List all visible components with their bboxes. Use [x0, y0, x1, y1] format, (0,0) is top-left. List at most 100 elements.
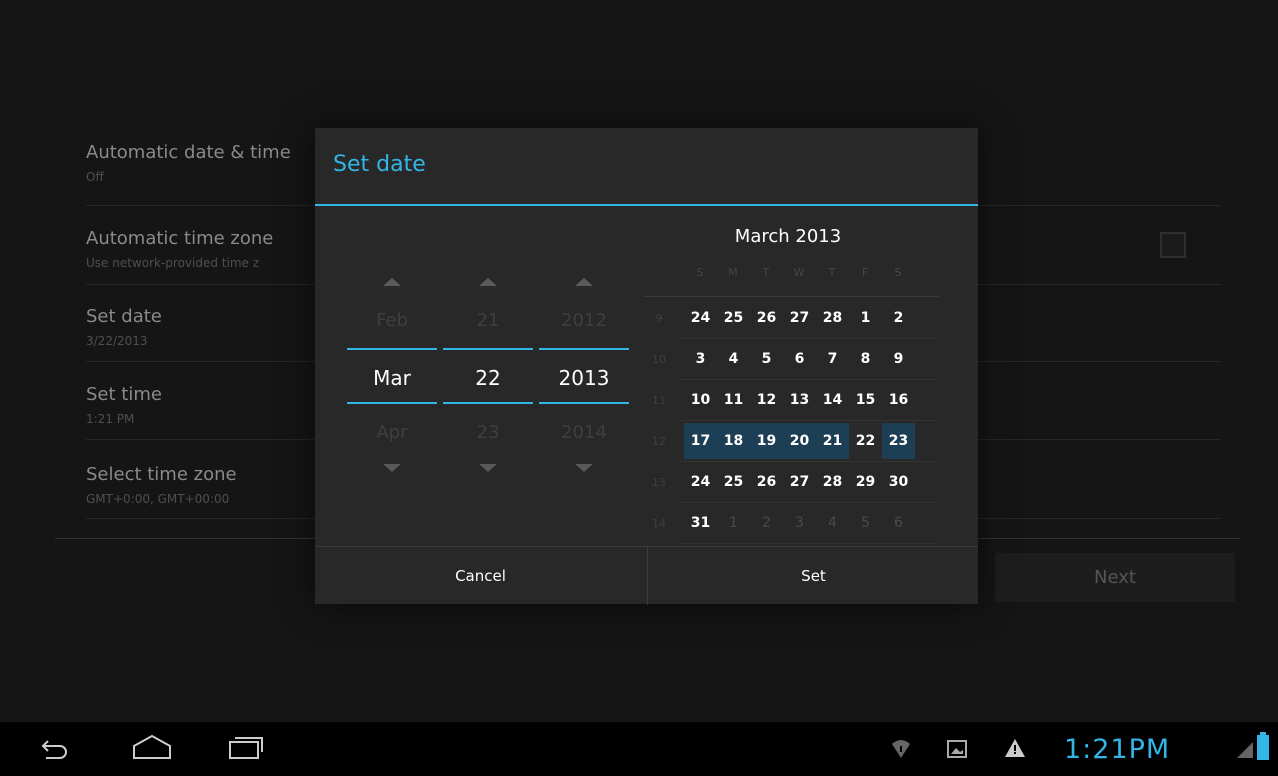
day-current[interactable]: 22 [450, 366, 526, 390]
calendar-day[interactable]: 28 [816, 300, 849, 336]
picker-line [443, 348, 533, 350]
battery-icon [1257, 732, 1269, 760]
calendar-day[interactable]: 16 [882, 382, 915, 418]
setting-title: Automatic date & time [86, 142, 291, 163]
year-prev[interactable]: 2012 [546, 310, 622, 331]
calendar-day[interactable]: 4 [717, 341, 750, 377]
calendar-week-row: 14 31 1 2 3 4 5 6 [647, 505, 945, 541]
week-number: 12 [652, 435, 666, 448]
calendar-day[interactable]: 20 [783, 423, 816, 459]
picker-line [443, 402, 533, 404]
setting-summary: Use network-provided time z [86, 256, 260, 270]
setting-summary: 3/22/2013 [86, 334, 148, 348]
calendar-day[interactable]: 25 [717, 300, 750, 336]
calendar-day[interactable]: 12 [750, 382, 783, 418]
weekday-label: T [762, 266, 770, 279]
calendar-day[interactable]: 19 [750, 423, 783, 459]
setting-title: Set time [86, 384, 162, 405]
calendar-day[interactable]: 14 [816, 382, 849, 418]
calendar-view[interactable]: March 2013 SMTWTFS 9 24 25 26 27 28 1 2 10 3 4 5 6 7 8… [643, 220, 943, 546]
calendar-day[interactable]: 1 [717, 505, 750, 541]
arrow-up-icon[interactable] [575, 278, 593, 286]
month-prev[interactable]: Feb [354, 310, 430, 331]
calendar-row-rule [680, 543, 938, 544]
calendar-day[interactable]: 15 [849, 382, 882, 418]
home-icon[interactable] [130, 732, 174, 762]
calendar-day[interactable]: 1 [849, 300, 882, 336]
warning-icon [1005, 739, 1025, 757]
calendar-day[interactable]: 30 [882, 464, 915, 500]
calendar-day[interactable]: 26 [750, 300, 783, 336]
calendar-day[interactable]: 21 [816, 423, 849, 459]
calendar-day[interactable]: 27 [783, 464, 816, 500]
calendar-day[interactable]: 5 [750, 341, 783, 377]
weekday-label: W [793, 266, 805, 279]
calendar-day[interactable]: 9 [882, 341, 915, 377]
weekday-label: F [861, 266, 869, 279]
picker-line [539, 348, 629, 350]
calendar-day[interactable]: 11 [717, 382, 750, 418]
calendar-day[interactable]: 6 [783, 341, 816, 377]
calendar-day[interactable]: 3 [783, 505, 816, 541]
calendar-day[interactable]: 31 [684, 505, 717, 541]
system-bar: 1:21PM [0, 722, 1278, 776]
recent-apps-icon[interactable] [226, 732, 266, 762]
picker-line [539, 402, 629, 404]
calendar-rule [643, 296, 939, 297]
calendar-week-row: 13 24 25 26 27 28 29 30 [647, 464, 945, 500]
calendar-row-rule [680, 379, 938, 380]
back-icon[interactable] [36, 732, 70, 762]
month-next[interactable]: Apr [354, 422, 430, 443]
calendar-week-row: 10 3 4 5 6 7 8 9 [647, 341, 945, 377]
title-divider [315, 204, 978, 206]
calendar-day[interactable]: 23 [882, 423, 915, 459]
month-current[interactable]: Mar [354, 366, 430, 390]
automatic-time-zone-checkbox[interactable] [1160, 232, 1186, 258]
calendar-day[interactable]: 18 [717, 423, 750, 459]
calendar-day[interactable]: 17 [684, 423, 717, 459]
calendar-day[interactable]: 6 [882, 505, 915, 541]
calendar-day[interactable]: 10 [684, 382, 717, 418]
calendar-day[interactable]: 24 [684, 300, 717, 336]
weekday-label: T [828, 266, 836, 279]
calendar-day[interactable]: 2 [882, 300, 915, 336]
week-number: 9 [655, 312, 663, 325]
weekday-label: S [696, 266, 704, 279]
calendar-day[interactable]: 5 [849, 505, 882, 541]
calendar-day[interactable]: 28 [816, 464, 849, 500]
calendar-day[interactable]: 27 [783, 300, 816, 336]
calendar-day[interactable]: 2 [750, 505, 783, 541]
calendar-day[interactable]: 4 [816, 505, 849, 541]
set-button[interactable]: Set [647, 547, 979, 605]
calendar-day[interactable]: 29 [849, 464, 882, 500]
week-number: 10 [652, 353, 666, 366]
day-next[interactable]: 23 [450, 422, 526, 443]
calendar-day[interactable]: 8 [849, 341, 882, 377]
calendar-week-row: 9 24 25 26 27 28 1 2 [647, 300, 945, 336]
calendar-day[interactable]: 26 [750, 464, 783, 500]
calendar-day[interactable]: 3 [684, 341, 717, 377]
week-number: 11 [652, 394, 666, 407]
calendar-day[interactable]: 25 [717, 464, 750, 500]
calendar-day[interactable]: 13 [783, 382, 816, 418]
month-picker[interactable]: Feb Mar Apr [347, 260, 437, 500]
cancel-button[interactable]: Cancel [315, 547, 646, 605]
arrow-down-icon[interactable] [383, 464, 401, 472]
week-number: 14 [652, 517, 666, 530]
arrow-up-icon[interactable] [479, 278, 497, 286]
arrow-down-icon[interactable] [575, 464, 593, 472]
year-picker[interactable]: 2012 2013 2014 [539, 260, 629, 500]
year-current[interactable]: 2013 [546, 366, 622, 390]
arrow-down-icon[interactable] [479, 464, 497, 472]
day-picker[interactable]: 21 22 23 [443, 260, 533, 500]
calendar-day[interactable]: 24 [684, 464, 717, 500]
year-next[interactable]: 2014 [546, 422, 622, 443]
next-button[interactable]: Next [995, 553, 1235, 602]
arrow-up-icon[interactable] [383, 278, 401, 286]
calendar-day[interactable]: 7 [816, 341, 849, 377]
calendar-day[interactable]: 22 [849, 423, 882, 459]
week-number: 13 [652, 476, 666, 489]
status-clock[interactable]: 1:21PM [1064, 734, 1170, 765]
calendar-week-row: 12 17 18 19 20 21 22 23 [647, 423, 945, 459]
day-prev[interactable]: 21 [450, 310, 526, 331]
